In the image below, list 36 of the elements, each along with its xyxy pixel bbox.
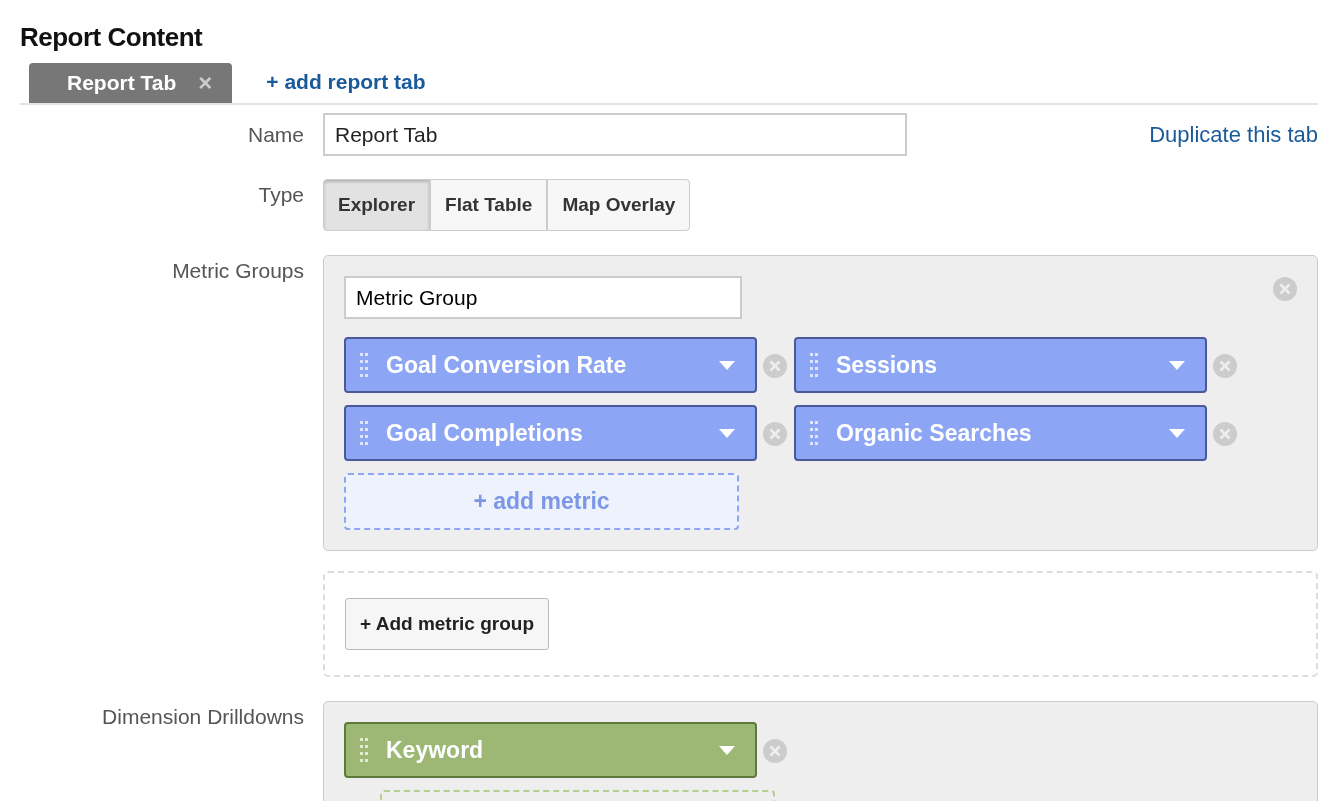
remove-icon bbox=[763, 353, 787, 378]
field-label: Dimension Drilldowns bbox=[101, 704, 305, 731]
section-title: Report Content bbox=[20, 22, 204, 54]
name-field[interactable]: Report Tab bbox=[323, 113, 907, 157]
duplicate-tab-link[interactable]: Duplicate this tab bbox=[1149, 118, 1318, 152]
remove-button[interactable] bbox=[763, 421, 787, 446]
remove-button[interactable] bbox=[763, 738, 787, 763]
field-label: Name bbox=[246, 121, 305, 148]
drag-handle-icon bbox=[360, 737, 368, 764]
type-toggle-button[interactable]: Flat Table bbox=[430, 179, 548, 232]
caret-icon bbox=[719, 745, 735, 755]
drag-handle-icon bbox=[360, 420, 368, 447]
remove-button[interactable] bbox=[763, 353, 787, 378]
remove-icon bbox=[1273, 276, 1297, 301]
type-toggle-button[interactable]: Map Overlay bbox=[547, 179, 691, 232]
type-toggle-button[interactable]: Explorer bbox=[323, 179, 431, 232]
drag-handle-icon bbox=[360, 352, 368, 379]
drag-handle-icon bbox=[810, 352, 818, 379]
add-tab-link[interactable]: + add report tab bbox=[266, 65, 426, 104]
group-name-field[interactable]: Metric Group bbox=[344, 276, 742, 320]
field-label: Type bbox=[257, 182, 305, 209]
remove-icon bbox=[1213, 353, 1237, 378]
add-metric-group-button[interactable]: + Add metric group bbox=[345, 598, 549, 651]
caret-icon bbox=[1169, 360, 1185, 370]
drag-handle-icon bbox=[810, 420, 818, 447]
field-label: Metric Groups bbox=[171, 258, 305, 285]
remove-icon bbox=[763, 421, 787, 446]
remove-icon bbox=[763, 738, 787, 763]
remove-button[interactable] bbox=[1273, 276, 1297, 301]
caret-icon bbox=[719, 360, 735, 370]
remove-icon bbox=[1213, 421, 1237, 446]
caret-icon bbox=[1169, 428, 1185, 438]
remove-button[interactable] bbox=[1213, 421, 1237, 446]
report-tab[interactable]: Report Tab × bbox=[29, 63, 233, 104]
caret-icon bbox=[719, 428, 735, 438]
remove-button[interactable] bbox=[1213, 353, 1237, 378]
